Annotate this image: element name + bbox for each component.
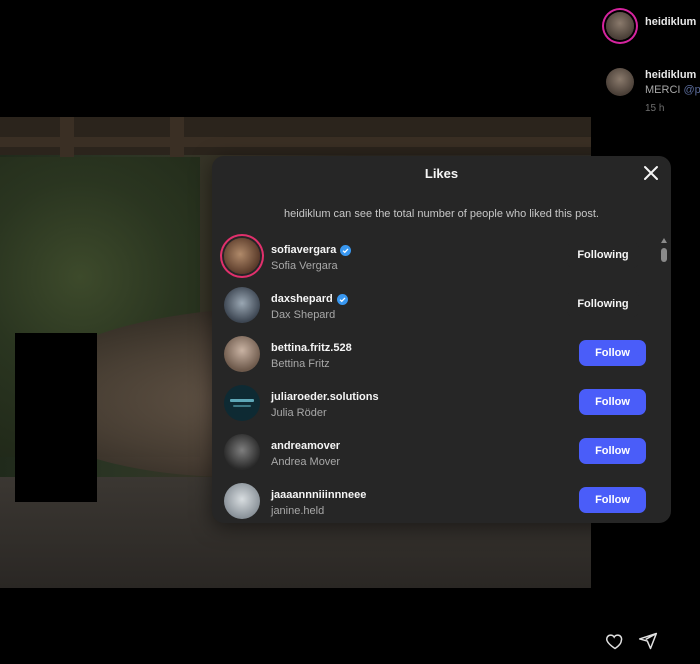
avatar[interactable] [224, 336, 260, 372]
likes-list: sofiavergara Sofia Vergara Following dax… [212, 232, 671, 523]
follow-button[interactable]: Follow [579, 487, 646, 513]
username-link[interactable]: juliaroeder.solutions [271, 391, 379, 403]
follow-button[interactable]: Follow [579, 340, 646, 366]
post-author-username[interactable]: heidiklum [645, 16, 696, 28]
avatar[interactable] [224, 287, 260, 323]
censor-block [15, 333, 97, 502]
following-button[interactable]: Following [567, 291, 639, 317]
dialog-header: Likes [212, 156, 671, 190]
likes-notice: heidiklum can see the total number of pe… [284, 208, 599, 220]
list-item: juliaroeder.solutions Julia Röder Follow [212, 379, 671, 428]
heart-icon[interactable] [605, 631, 625, 651]
username-link[interactable]: sofiavergara [271, 244, 336, 256]
list-item: andreamover Andrea Mover Follow [212, 428, 671, 477]
comment-time: 15 h [645, 103, 665, 114]
avatar[interactable] [224, 238, 260, 274]
full-name: janine.held [271, 505, 325, 517]
full-name: Sofia Vergara [271, 260, 338, 272]
close-icon[interactable] [641, 163, 661, 183]
avatar[interactable] [606, 68, 634, 96]
following-button[interactable]: Following [567, 242, 639, 268]
comment-mention[interactable]: @p [684, 84, 700, 96]
username-link[interactable]: andreamover [271, 440, 340, 452]
share-icon[interactable] [638, 631, 658, 651]
scroll-thumb[interactable] [661, 248, 667, 262]
comment-username[interactable]: heidiklum [645, 69, 696, 81]
full-name: Bettina Fritz [271, 358, 330, 370]
comment-text: MERCI @p [645, 84, 700, 96]
list-item: bettina.fritz.528 Bettina Fritz Follow [212, 330, 671, 379]
follow-button[interactable]: Follow [579, 438, 646, 464]
list-item: jaaaannniiinnneee janine.held Follow [212, 477, 671, 523]
avatar[interactable] [606, 12, 634, 40]
avatar[interactable] [224, 434, 260, 470]
full-name: Julia Röder [271, 407, 327, 419]
scroll-up-icon[interactable] [661, 238, 667, 243]
verified-badge-icon [340, 244, 352, 256]
dialog-title: Likes [424, 165, 459, 181]
list-item: daxshepard Dax Shepard Following [212, 281, 671, 330]
app-window: heidiklum heidiklum MERCI @p 15 h Likes … [0, 0, 700, 664]
scrollbar[interactable] [660, 238, 668, 518]
list-item: sofiavergara Sofia Vergara Following [212, 232, 671, 281]
username-link[interactable]: jaaaannniiinnneee [271, 489, 366, 501]
username-link[interactable]: bettina.fritz.528 [271, 342, 352, 354]
likes-dialog: Likes heidiklum can see the total number… [212, 156, 671, 523]
username-link[interactable]: daxshepard [271, 293, 333, 305]
avatar[interactable] [224, 483, 260, 519]
full-name: Andrea Mover [271, 456, 341, 468]
verified-badge-icon [336, 293, 348, 305]
comment-body: MERCI [645, 84, 684, 96]
avatar[interactable] [224, 385, 260, 421]
full-name: Dax Shepard [271, 309, 336, 321]
follow-button[interactable]: Follow [579, 389, 646, 415]
